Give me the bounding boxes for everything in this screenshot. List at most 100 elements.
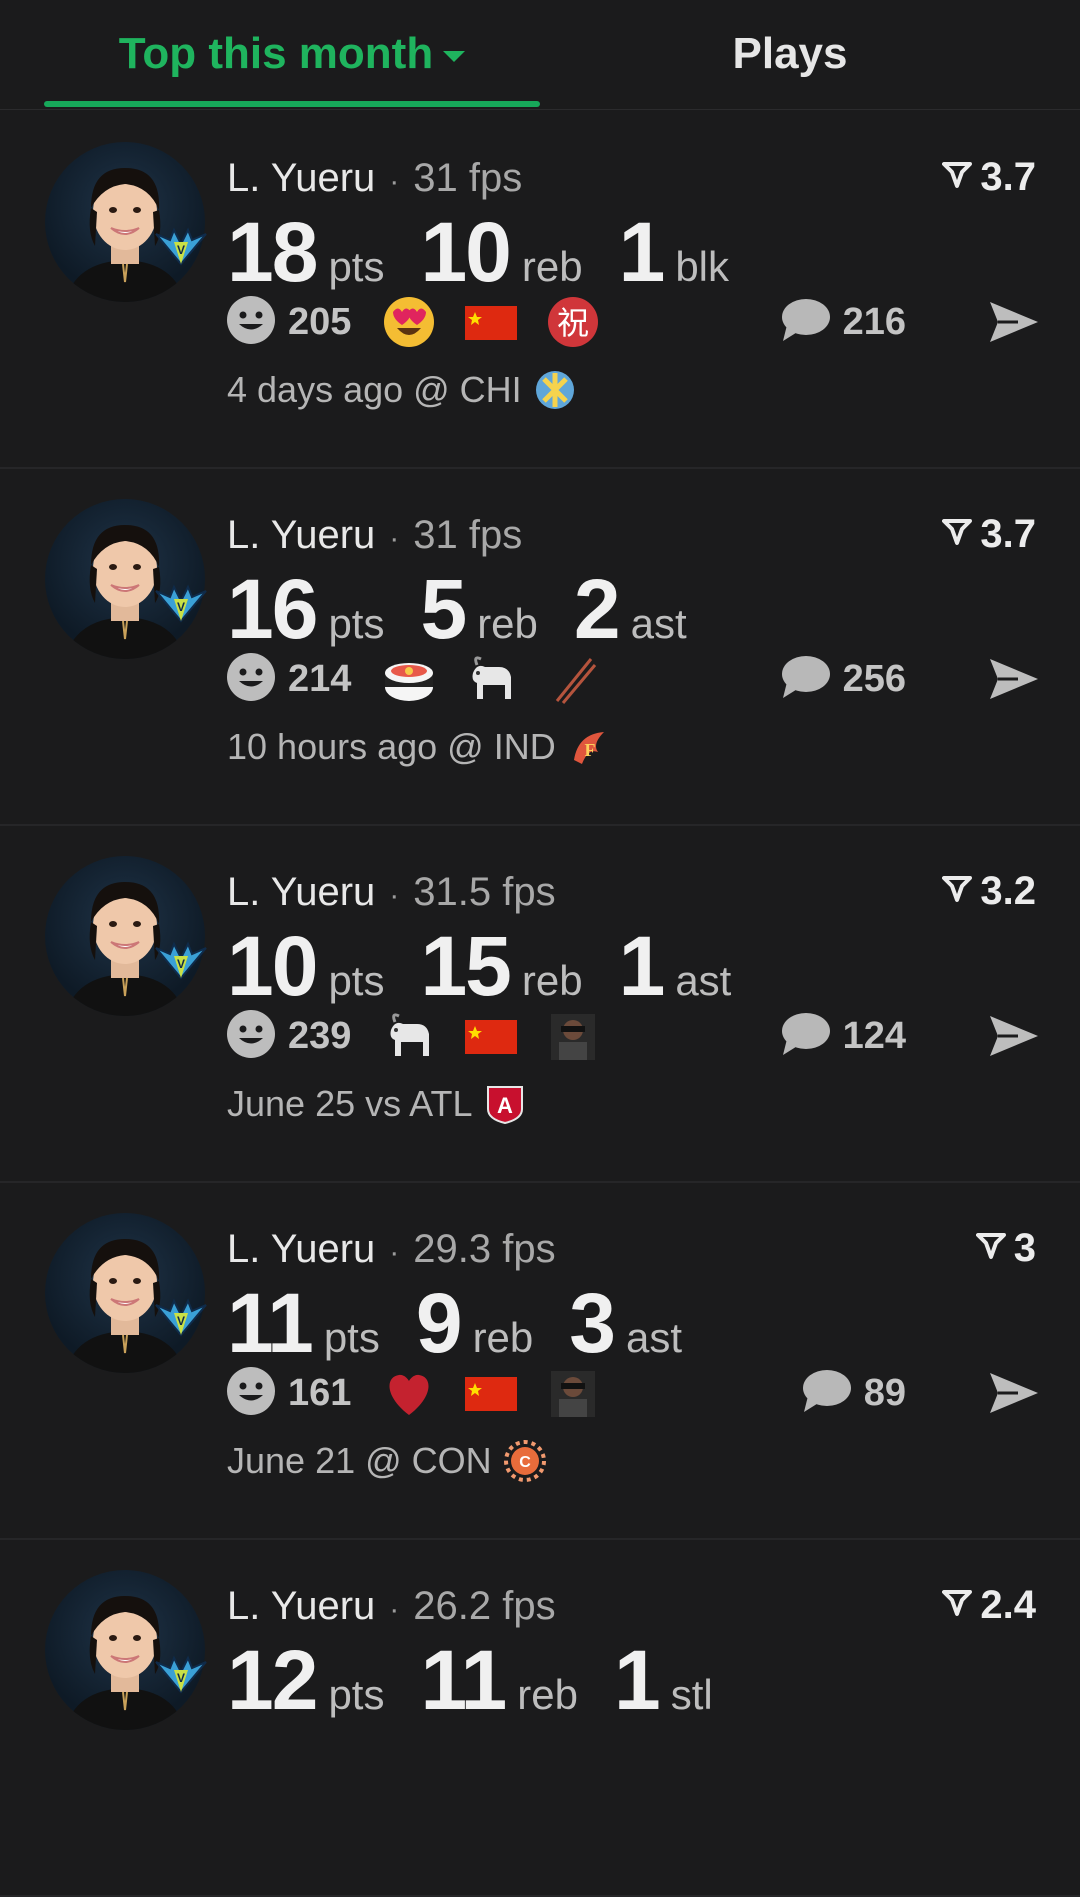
comment-icon xyxy=(779,1011,831,1062)
china-flag xyxy=(465,1377,518,1411)
rating-value: 3.2 xyxy=(980,869,1036,913)
comment-icon xyxy=(779,297,831,348)
comment-count: 124 xyxy=(842,1014,906,1057)
stat-unit: ast xyxy=(675,957,732,1004)
svg-text:V: V xyxy=(177,600,185,614)
stat-unit: reb xyxy=(477,600,538,647)
china-flag xyxy=(465,306,518,340)
play-card[interactable]: V L. Yueru · 31 fps 3.7 16 pts 5 reb 2 ast 214 … xyxy=(0,469,1080,826)
stat-unit: pts xyxy=(323,1314,380,1361)
play-rating: 3 xyxy=(975,1223,1036,1273)
stat-line: 12 pts 11 reb 1 stl xyxy=(227,1632,749,1732)
svg-text:V: V xyxy=(177,1671,185,1685)
chopsticks-emoji xyxy=(556,658,597,704)
play-card[interactable]: V L. Yueru · 31.5 fps 3.2 10 pts 15 reb 1 ast 2… xyxy=(0,826,1080,1183)
stat-unit: reb xyxy=(521,957,583,1004)
game-date-opponent: June 25 vs ATL xyxy=(227,1083,473,1124)
heart-eyes-emoji xyxy=(384,297,435,347)
player-line: L. Yueru · 26.2 fps xyxy=(227,1576,556,1636)
stat-value: 11 xyxy=(227,1276,314,1370)
game-date-opponent: June 21 @ CON xyxy=(227,1440,492,1481)
separator: · xyxy=(389,522,400,555)
separator: · xyxy=(389,1593,400,1626)
play-rating: 3.7 xyxy=(942,152,1036,202)
game-meta: June 25 vs ATL A xyxy=(227,1076,526,1132)
player-line: L. Yueru · 31 fps xyxy=(227,505,522,565)
stat-value: 18 xyxy=(227,205,318,299)
smile-react-icon[interactable] xyxy=(226,1366,276,1421)
comments-button[interactable]: 216 xyxy=(779,292,906,352)
tab-plays[interactable]: Plays xyxy=(590,24,990,84)
player-avatar[interactable] xyxy=(45,142,205,302)
game-date-opponent: 10 hours ago @ IND xyxy=(227,726,556,767)
smile-react-icon[interactable] xyxy=(226,652,276,707)
stat-unit: pts xyxy=(328,1671,385,1718)
stat-unit: pts xyxy=(328,957,385,1004)
game-meta: June 21 @ CON C xyxy=(227,1433,546,1489)
player-name[interactable]: L. Yueru xyxy=(227,1584,375,1628)
team-badge-icon: V xyxy=(152,1295,210,1341)
fantasy-points: 29.3 fps xyxy=(413,1227,556,1271)
smile-react-icon[interactable] xyxy=(226,295,276,350)
congrats-kanji-emoji: 祝 xyxy=(548,297,599,347)
player-avatar[interactable] xyxy=(45,1213,205,1373)
goat-emoji xyxy=(390,1013,430,1056)
connecticut-sun-logo: C xyxy=(503,1440,546,1482)
play-card[interactable]: V L. Yueru · 31 fps 3.7 18 pts 10 reb 1 blk 205… xyxy=(0,112,1080,469)
stat-unit: reb xyxy=(521,243,583,290)
player-name[interactable]: L. Yueru xyxy=(227,513,375,557)
fantasy-points: 31.5 fps xyxy=(413,870,556,914)
stat-unit: ast xyxy=(630,600,687,647)
reactions-row: 205 祝 216 xyxy=(226,292,1046,352)
tab-top-this-month[interactable]: Top this month xyxy=(44,24,540,84)
comment-icon xyxy=(779,654,831,705)
stat-unit: reb xyxy=(517,1671,578,1718)
player-avatar[interactable] xyxy=(45,499,205,659)
atlanta-dream-logo: A xyxy=(487,1086,524,1125)
sushi-emoji xyxy=(385,663,434,701)
separator: · xyxy=(389,879,400,912)
fantasy-points: 31 fps xyxy=(413,513,523,557)
comments-button[interactable]: 256 xyxy=(779,649,906,709)
play-rating: 3.7 xyxy=(942,509,1036,559)
reactions-row: 161 89 xyxy=(226,1363,1046,1423)
comments-button[interactable]: 124 xyxy=(779,1006,906,1066)
fantasy-points: 26.2 fps xyxy=(413,1584,556,1628)
person-sticker xyxy=(551,1371,596,1417)
reaction-count: 161 xyxy=(288,1371,352,1414)
team-badge-icon: V xyxy=(152,938,210,984)
play-card[interactable]: V L. Yueru · 26.2 fps 2.4 12 pts 11 reb 1 stl xyxy=(0,1540,1080,1897)
rating-icon xyxy=(942,866,980,916)
comment-count: 256 xyxy=(842,657,906,700)
comments-button[interactable]: 89 xyxy=(800,1363,906,1423)
stat-value: 1 xyxy=(613,1633,661,1727)
stat-value: 10 xyxy=(227,919,318,1013)
player-avatar[interactable] xyxy=(45,856,205,1016)
stat-unit: blk xyxy=(675,243,730,290)
game-date-opponent: 4 days ago @ CHI xyxy=(227,369,522,410)
svg-text:F: F xyxy=(584,740,595,760)
tab-label: Plays xyxy=(732,29,848,78)
separator: · xyxy=(389,1236,400,1269)
active-tab-indicator xyxy=(44,101,540,107)
game-meta: 4 days ago @ CHI xyxy=(227,362,576,418)
stat-value: 11 xyxy=(420,1633,507,1727)
stat-value: 12 xyxy=(227,1633,318,1727)
stat-unit: pts xyxy=(328,243,385,290)
goat-emoji xyxy=(472,656,512,699)
player-avatar[interactable] xyxy=(45,1570,205,1730)
play-rating: 3.2 xyxy=(942,866,1036,916)
svg-text:V: V xyxy=(177,243,185,257)
reaction-count: 214 xyxy=(288,657,352,700)
player-name[interactable]: L. Yueru xyxy=(227,156,375,200)
player-name[interactable]: L. Yueru xyxy=(227,1227,375,1271)
rating-value: 3.7 xyxy=(980,512,1036,556)
play-card[interactable]: V L. Yueru · 29.3 fps 3 11 pts 9 reb 3 ast 161 … xyxy=(0,1183,1080,1540)
rating-value: 3.7 xyxy=(980,155,1036,199)
svg-text:V: V xyxy=(177,957,185,971)
chicago-sky-logo xyxy=(535,371,574,409)
player-name[interactable]: L. Yueru xyxy=(227,870,375,914)
player-line: L. Yueru · 29.3 fps xyxy=(227,1219,556,1279)
smile-react-icon[interactable] xyxy=(226,1009,276,1064)
stat-unit: stl xyxy=(670,1671,713,1718)
